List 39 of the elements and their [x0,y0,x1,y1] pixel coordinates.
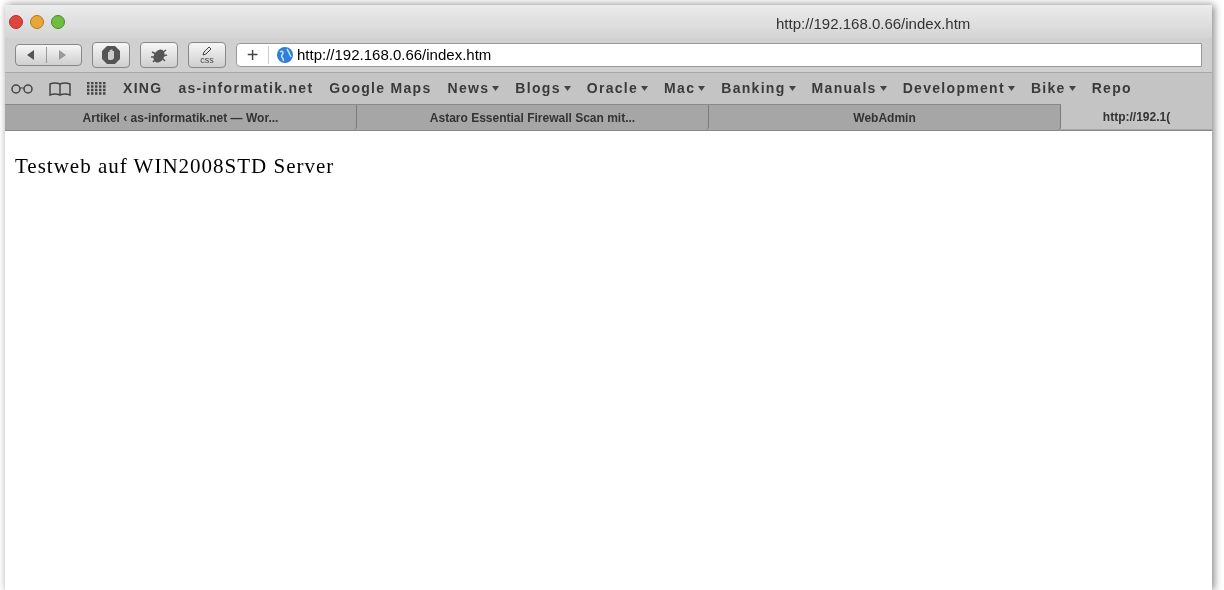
bookmark-menu[interactable]: Oracle [586,78,649,99]
zoom-button[interactable] [51,14,65,29]
dropdown-icon [492,86,500,91]
pencil-icon [202,45,212,56]
dropdown-icon [563,86,571,91]
grid-icon[interactable] [87,81,107,96]
bug-button[interactable] [140,42,178,68]
bookmark-link[interactable]: Google Maps [329,78,432,99]
globe-icon [277,47,293,63]
bookmark-menu[interactable]: Banking [721,78,796,99]
dropdown-icon [879,86,887,91]
bookmark-menu[interactable]: Blogs [515,78,571,99]
book-icon[interactable] [49,81,71,96]
dropdown-icon [1068,86,1076,91]
page-text: Testweb auf WIN2008STD Server [15,153,336,180]
bookmark-menu[interactable]: Mac [664,78,706,99]
bookmark-link[interactable]: Repo [1091,78,1132,99]
dropdown-icon [641,86,649,91]
close-button[interactable] [9,14,23,29]
css-edit-button[interactable]: css [188,42,226,68]
browser-tab[interactable]: http://192.1( [1061,104,1212,129]
reading-glasses-icon[interactable] [11,83,33,94]
bug-icon [149,46,169,64]
address-field[interactable]: + http://192.168.0.66/index.htm [236,43,1202,67]
bookmark-menu[interactable]: News [447,78,500,99]
bookmark-menu[interactable]: Manuals [811,78,887,99]
dropdown-icon [788,86,796,91]
forward-icon [57,50,67,60]
bookmark-menu[interactable]: Bike [1030,78,1076,99]
bookmark-link[interactable]: as-informatik.net [178,78,314,99]
back-icon [26,50,36,60]
bookmark-link[interactable]: XING [123,78,163,99]
bookmark-menu[interactable]: Development [902,78,1015,99]
dropdown-icon [1007,86,1015,91]
stop-button[interactable] [92,42,130,68]
minimize-button[interactable] [30,14,44,29]
dropdown-icon [698,86,706,91]
window-title: http://192.168.0.66/index.htm [776,14,971,34]
back-forward-button[interactable] [15,44,82,66]
